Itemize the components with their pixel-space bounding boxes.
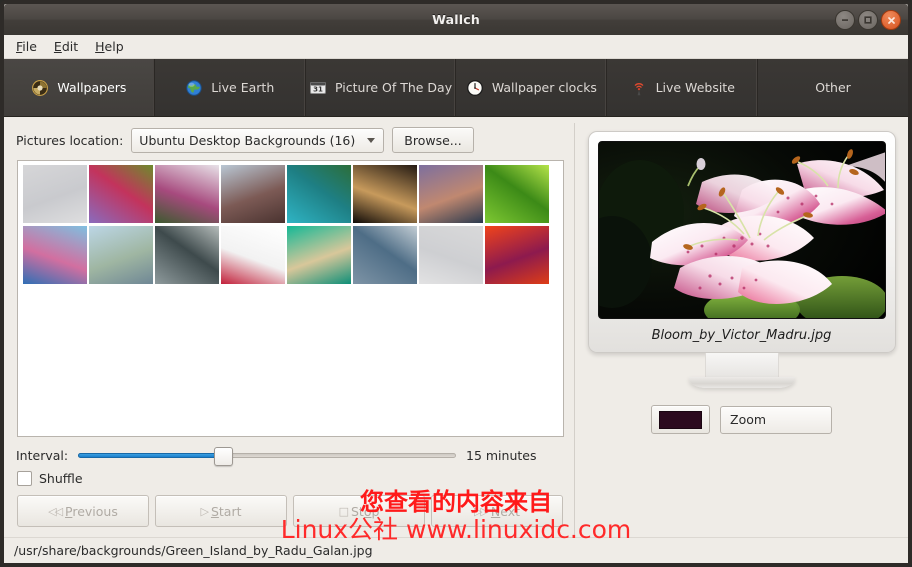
wallpaper-thumbnail[interactable] — [287, 165, 351, 223]
stop-icon: □ — [338, 504, 350, 518]
monitor-stand — [704, 353, 779, 377]
svg-text:31: 31 — [313, 85, 323, 93]
next-label: Next — [490, 503, 521, 519]
tab-label: Other — [815, 80, 851, 95]
previous-button[interactable]: ◁◁ Previous — [17, 495, 149, 527]
start-button[interactable]: ▷ Start — [155, 495, 287, 527]
tab-wallpapers[interactable]: Wallpapers — [4, 59, 155, 116]
window-title: Wallch — [432, 12, 480, 27]
start-icon: ▷ — [200, 504, 209, 518]
titlebar: Wallch — [4, 4, 908, 35]
interval-row: Interval: 15 minutes — [16, 447, 562, 466]
background-color-button[interactable] — [651, 405, 710, 434]
wallpaper-thumbnail[interactable] — [221, 165, 285, 223]
wallpaper-thumbnail[interactable] — [23, 165, 87, 223]
tab-label: Picture Of The Day — [335, 80, 453, 95]
pictures-location-value: Ubuntu Desktop Backgrounds (16) — [139, 132, 356, 148]
previous-icon: ◁◁ — [48, 504, 63, 518]
wallpaper-thumbnail-grid — [18, 161, 563, 287]
interval-slider[interactable] — [78, 447, 456, 466]
wallpaper-thumbnail[interactable] — [353, 165, 417, 223]
shuffle-label: Shuffle — [39, 471, 83, 486]
wallpaper-style-row: Zoom — [575, 405, 908, 434]
tab-label: Wallpapers — [57, 80, 127, 95]
left-pane: Pictures location: Ubuntu Desktop Backgr… — [4, 117, 574, 564]
interval-value: 15 minutes — [466, 447, 537, 463]
tab-other[interactable]: Other — [758, 59, 908, 116]
preview-filename: Bloom_by_Victor_Madru.jpg — [651, 328, 832, 343]
stop-button[interactable]: □ Stop — [293, 495, 425, 527]
wallpaper-thumbnail[interactable] — [155, 226, 219, 284]
shuffle-checkbox[interactable] — [17, 471, 32, 486]
menu-help[interactable]: Help — [95, 39, 124, 54]
statusbar: /usr/share/backgrounds/Green_Island_by_R… — [4, 537, 908, 563]
browse-button[interactable]: Browse... — [392, 127, 474, 153]
previous-label: Previous — [65, 503, 118, 519]
tab-live-website[interactable]: Live Website — [607, 59, 759, 116]
wallpaper-thumbnail[interactable] — [89, 226, 153, 284]
tab-live-earth[interactable]: Live Earth — [155, 59, 306, 116]
wallpaper-preview-image — [598, 142, 885, 318]
next-button[interactable]: ▷▷ Next — [431, 495, 563, 527]
content-area: Pictures location: Ubuntu Desktop Backgr… — [4, 117, 908, 564]
monitor-screen — [597, 141, 886, 319]
pictures-location-label: Pictures location: — [16, 132, 124, 148]
window-buttons — [835, 10, 901, 30]
shuffle-row[interactable]: Shuffle — [17, 471, 83, 486]
next-icon: ▷▷ — [473, 504, 489, 518]
monitor-preview: Bloom_by_Victor_Madru.jpg — [575, 131, 908, 388]
stop-label: Stop — [350, 503, 380, 519]
wallpaper-thumbnail[interactable] — [221, 226, 285, 284]
slider-handle[interactable] — [213, 447, 233, 466]
pictures-location-row: Pictures location: Ubuntu Desktop Backgr… — [4, 117, 574, 153]
wallpaper-thumbnail[interactable] — [287, 226, 351, 284]
wallpaper-thumbnail[interactable] — [89, 165, 153, 223]
wallpaper-thumbnail[interactable] — [419, 226, 483, 284]
transport-button-row: ◁◁ Previous ▷ Start □ Stop ▷▷ Next — [17, 495, 563, 527]
calendar-icon: 31 — [309, 79, 327, 97]
right-pane: Bloom_by_Victor_Madru.jpg Zoom — [575, 117, 908, 564]
monitor-stand-base — [688, 377, 795, 388]
wallpaper-list[interactable] — [17, 160, 564, 437]
wallpaper-icon — [31, 79, 49, 97]
tabbar: Wallpapers Live Earth 31 Picture Of The … — [4, 59, 908, 117]
status-path: /usr/share/backgrounds/Green_Island_by_R… — [14, 543, 373, 558]
tab-label: Wallpaper clocks — [491, 80, 597, 95]
start-label: Start — [210, 503, 242, 519]
tab-label: Live Earth — [211, 80, 275, 95]
chevron-down-icon — [367, 137, 376, 143]
wallpaper-thumbnail[interactable] — [485, 165, 549, 223]
tab-wallpaper-clocks[interactable]: Wallpaper clocks — [456, 59, 608, 116]
menu-file[interactable]: File — [16, 39, 37, 54]
wallpaper-style-value: Zoom — [730, 412, 767, 427]
wallpaper-thumbnail[interactable] — [155, 165, 219, 223]
menu-edit[interactable]: Edit — [54, 39, 78, 54]
wallpaper-thumbnail[interactable] — [485, 226, 549, 284]
menubar: File Edit Help — [4, 35, 908, 59]
wallpaper-thumbnail[interactable] — [23, 226, 87, 284]
tab-label: Live Website — [655, 80, 735, 95]
wallch-window: Wallch File Edit Help Wallpapers Live Ea… — [0, 0, 912, 567]
wallpaper-thumbnail[interactable] — [353, 226, 417, 284]
globe-icon — [185, 79, 203, 97]
monitor-frame: Bloom_by_Victor_Madru.jpg — [587, 131, 896, 353]
interval-label: Interval: — [16, 447, 69, 463]
close-icon[interactable] — [881, 10, 901, 30]
color-swatch — [659, 410, 702, 429]
minimize-icon[interactable] — [835, 10, 855, 30]
clock-icon — [466, 79, 484, 97]
wallpaper-thumbnail[interactable] — [419, 165, 483, 223]
tab-picture-of-the-day[interactable]: 31 Picture Of The Day — [306, 59, 457, 116]
pictures-location-combo[interactable]: Ubuntu Desktop Backgrounds (16) — [131, 127, 385, 153]
slider-fill — [78, 453, 222, 458]
wallpaper-style-combo[interactable]: Zoom — [720, 405, 832, 434]
antenna-icon — [630, 79, 648, 97]
maximize-icon[interactable] — [858, 10, 878, 30]
